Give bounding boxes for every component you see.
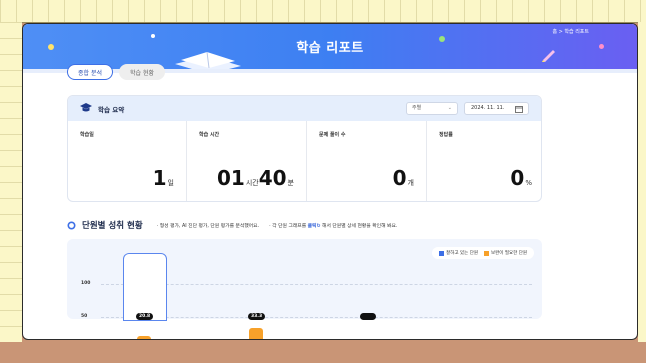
period-select-value: 주별 xyxy=(412,105,422,111)
stat-value: 01시간40분 xyxy=(216,166,294,190)
bar-selected-outline[interactable] xyxy=(123,253,167,321)
section-title: 단원별 성취 현황 xyxy=(82,221,143,231)
chart-bar[interactable] xyxy=(137,336,151,339)
ring-icon xyxy=(67,220,76,230)
bar-value-label: 20.8 xyxy=(136,313,154,320)
bar-value-label: 33.3 xyxy=(248,313,266,320)
stat-value: 0% xyxy=(510,166,532,190)
notebook-grid-right xyxy=(638,22,646,342)
date-value: 2024. 11. 11. xyxy=(471,105,505,111)
notebook-grid-left xyxy=(0,22,22,342)
stat-label: 학습 시간 xyxy=(199,132,220,138)
stat-label: 정답률 xyxy=(439,132,453,138)
stat-label: 문제 풀이 수 xyxy=(319,132,346,138)
page-title: 학습 리포트 xyxy=(296,41,364,56)
stat-problems-solved: 문제 풀이 수 0개 xyxy=(307,121,427,201)
section-desc-2: · 각 단원 그래프를 클릭↻ 해서 단원별 상세 현황을 확인해 봐요. xyxy=(269,223,398,229)
stat-study-days: 학습일 1일 xyxy=(68,121,187,201)
summary-stats: 학습일 1일 학습 시간 01시간40분 문제 풀이 수 0개 정답률 0% xyxy=(68,121,541,201)
legend-item-needs-work: 보완이 필요한 단원 xyxy=(484,250,527,256)
unit-achievement-chart: 잘하고 있는 단원 보완이 필요한 단원 100 50 20.8 33.3 xyxy=(67,239,542,339)
graduation-cap-icon xyxy=(80,103,92,112)
section-desc-1: · 형성 평가, AI 진단 평가, 단원 평가를 분석했어요. xyxy=(156,223,260,229)
summary-title: 학습 요약 xyxy=(98,106,125,114)
period-select[interactable]: 주별 ⌄ xyxy=(406,102,458,115)
tab-bar: 종합 분석 학습 현황 xyxy=(67,64,165,80)
y-tick-label: 100 xyxy=(81,281,91,286)
tab-overall-analysis[interactable]: 종합 분석 xyxy=(67,64,113,80)
legend-item-good: 잘하고 있는 단원 xyxy=(439,250,478,256)
stat-value: 0개 xyxy=(392,166,414,190)
stat-label: 학습일 xyxy=(80,132,94,138)
chevron-down-icon: ⌄ xyxy=(447,105,452,111)
breadcrumb[interactable]: 홈 > 학습 리포트 xyxy=(552,28,589,35)
summary-header: 학습 요약 주별 ⌄ 2024. 11. 11. xyxy=(68,96,541,121)
chart-legend: 잘하고 있는 단원 보완이 필요한 단원 xyxy=(432,247,534,259)
stat-value: 1일 xyxy=(152,166,174,190)
tab-learning-status[interactable]: 학습 현황 xyxy=(119,64,165,80)
learning-summary-card: 학습 요약 주별 ⌄ 2024. 11. 11. 학습일 1일 학습 시간 01… xyxy=(67,95,542,202)
bar-value-label xyxy=(360,313,376,320)
calendar-icon xyxy=(515,106,523,113)
notebook-grid-top xyxy=(0,0,646,23)
chart-bar[interactable] xyxy=(249,328,263,339)
date-picker[interactable]: 2024. 11. 11. xyxy=(464,102,529,115)
header-banner: 학습 리포트 홈 > 학습 리포트 xyxy=(23,24,637,69)
click-icon: ↻ xyxy=(316,223,321,229)
app-window: 학습 리포트 홈 > 학습 리포트 종합 분석 학습 현황 학습 요약 주별 ⌄… xyxy=(22,23,638,340)
unit-achievement-heading: 단원별 성취 현황 · 형성 평가, AI 진단 평가, 단원 평가를 분석했어… xyxy=(67,219,397,231)
stat-accuracy: 정답률 0% xyxy=(427,121,541,201)
stat-study-time: 학습 시간 01시간40분 xyxy=(187,121,307,201)
y-tick-label: 50 xyxy=(81,314,88,319)
